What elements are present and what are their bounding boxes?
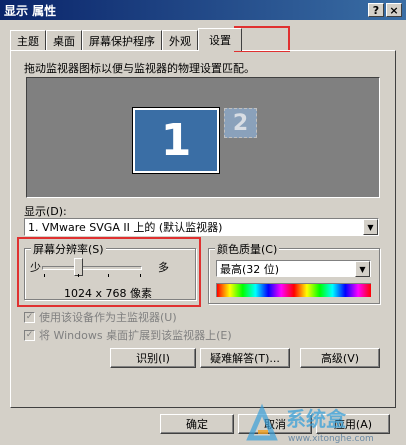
resolution-more-label: 多: [158, 261, 169, 274]
cancel-button[interactable]: 取消: [238, 414, 312, 434]
color-quality-value: 最高(32 位): [220, 262, 280, 276]
apply-button[interactable]: 应用(A): [316, 414, 390, 434]
settings-description: 拖动监视器图标以便与监视器的物理设置匹配。: [24, 62, 255, 75]
slider-tick: [108, 274, 109, 277]
tab-highlight-box: [234, 26, 290, 52]
color-spectrum-preview: [216, 283, 371, 297]
extend-desktop-checkbox[interactable]: ✓ 将 Windows 桌面扩展到该监视器上(E): [24, 327, 232, 343]
slider-tick: [140, 274, 141, 277]
display-label: 显示(D):: [24, 205, 67, 218]
close-button[interactable]: ×: [386, 3, 402, 17]
primary-monitor-checkbox[interactable]: ✓ 使用该设备作为主监视器(U): [24, 309, 177, 325]
tab-strip: 主题 桌面 屏幕保护程序 外观 设置: [10, 28, 242, 51]
advanced-button[interactable]: 高级(V): [300, 348, 380, 368]
color-quality-label: 颜色质量(C): [215, 241, 280, 257]
checkmark-icon: ✓: [24, 311, 35, 323]
monitor-1[interactable]: 1: [132, 107, 220, 174]
chevron-down-icon[interactable]: ▼: [363, 219, 378, 235]
slider-tick: [44, 274, 45, 277]
monitor-2[interactable]: 2: [224, 108, 257, 138]
display-select[interactable]: 1. VMware SVGA II 上的 (默认监视器) ▼: [24, 218, 379, 236]
checkmark-icon: ✓: [24, 329, 35, 341]
watermark-url: www.xitonghe.com: [288, 434, 374, 444]
title-bar: 显示 属性 ? ×: [0, 0, 406, 20]
resolution-less-label: 少: [30, 261, 41, 274]
resolution-label: 屏幕分辨率(S): [31, 241, 106, 257]
chevron-down-icon[interactable]: ▼: [355, 261, 370, 277]
identify-button[interactable]: 识别(I): [110, 348, 196, 368]
tab-appearance[interactable]: 外观: [162, 30, 198, 50]
help-button[interactable]: ?: [368, 3, 384, 17]
slider-tick: [78, 274, 79, 277]
primary-monitor-label: 使用该设备作为主监视器(U): [39, 311, 177, 324]
window-title: 显示 属性: [4, 3, 57, 18]
extend-desktop-label: 将 Windows 桌面扩展到该监视器上(E): [39, 329, 232, 342]
ok-button[interactable]: 确定: [160, 414, 234, 434]
display-select-value: 1. VMware SVGA II 上的 (默认监视器): [28, 221, 223, 234]
troubleshoot-button[interactable]: 疑难解答(T)...: [200, 348, 290, 368]
color-quality-select[interactable]: 最高(32 位) ▼: [216, 260, 371, 277]
resolution-slider-track[interactable]: [42, 266, 142, 270]
resolution-value: 1024 x 768 像素: [64, 287, 152, 300]
tab-settings[interactable]: 设置: [198, 28, 242, 51]
tab-themes[interactable]: 主题: [10, 30, 46, 50]
tab-desktop[interactable]: 桌面: [46, 30, 82, 50]
tab-screensaver[interactable]: 屏幕保护程序: [82, 30, 162, 50]
